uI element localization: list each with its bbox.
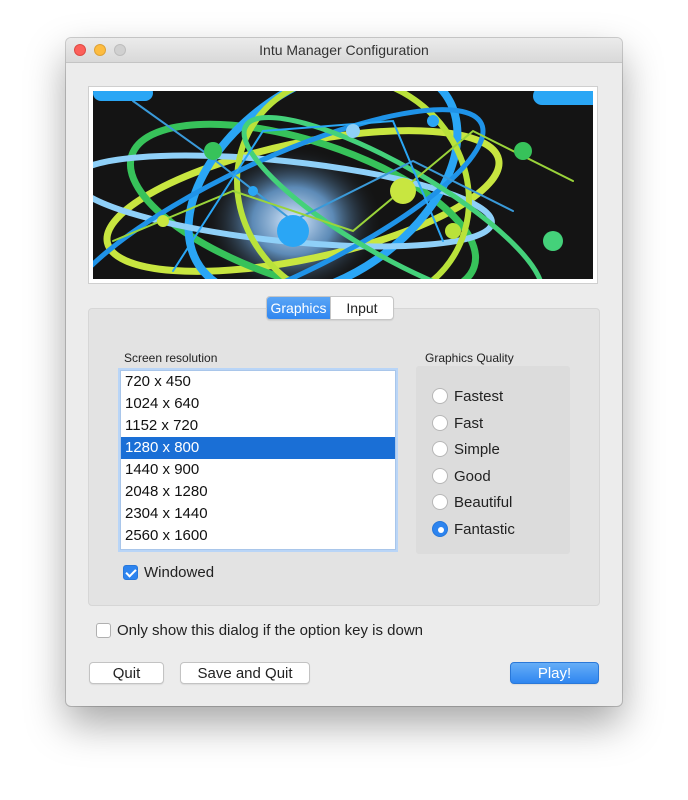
- option-key-checkbox[interactable]: [96, 622, 111, 638]
- resolution-item[interactable]: 2048 x 1280: [121, 481, 395, 503]
- quality-option-simple[interactable]: Simple: [432, 439, 500, 459]
- resolution-item[interactable]: 1024 x 640: [121, 393, 395, 415]
- quality-option-label: Fastest: [454, 387, 504, 405]
- quality-option-fastest[interactable]: Fastest: [432, 386, 503, 406]
- quality-option-fast[interactable]: Fast: [432, 413, 483, 433]
- windowed-checkbox[interactable]: [123, 564, 138, 580]
- option-key-label: Only show this dialog if the option key …: [117, 621, 423, 639]
- resolution-list[interactable]: 720 x 450 1024 x 640 1152 x 720 1280 x 8…: [120, 370, 396, 550]
- resolution-item-selected[interactable]: 1280 x 800: [121, 437, 395, 459]
- tab-bar: Graphics Input: [266, 296, 394, 320]
- resolution-item[interactable]: 2560 x 1600: [121, 525, 395, 547]
- resolution-item[interactable]: 1440 x 900: [121, 459, 395, 481]
- resolution-item[interactable]: 2304 x 1440: [121, 503, 395, 525]
- quality-option-label: Good: [454, 467, 491, 485]
- windowed-label: Windowed: [144, 563, 215, 581]
- radio-button[interactable]: [432, 388, 448, 404]
- radio-button[interactable]: [432, 415, 448, 431]
- resolution-item[interactable]: 1152 x 720: [121, 415, 395, 437]
- title-bar[interactable]: Intu Manager Configuration: [66, 38, 622, 63]
- quit-button[interactable]: Quit: [89, 662, 164, 684]
- banner-frame: [88, 86, 598, 284]
- quality-option-label: Beautiful: [454, 493, 513, 511]
- radio-button[interactable]: [432, 468, 448, 484]
- screen-resolution-label: Screen resolution: [124, 351, 218, 365]
- windowed-option[interactable]: Windowed: [123, 563, 214, 581]
- tab-graphics[interactable]: Graphics: [267, 297, 330, 319]
- quality-option-label: Simple: [454, 440, 500, 458]
- quality-option-label: Fantastic: [454, 520, 515, 538]
- save-and-quit-button[interactable]: Save and Quit: [180, 662, 310, 684]
- resolution-item[interactable]: 720 x 450: [121, 371, 395, 393]
- tab-input[interactable]: Input: [330, 297, 393, 319]
- banner-artwork: [93, 91, 593, 279]
- radio-button[interactable]: [432, 494, 448, 510]
- quality-option-beautiful[interactable]: Beautiful: [432, 492, 512, 512]
- radio-button[interactable]: [432, 441, 448, 457]
- play-button[interactable]: Play!: [510, 662, 599, 684]
- option-key-setting[interactable]: Only show this dialog if the option key …: [96, 621, 423, 639]
- banner-image: [93, 91, 593, 279]
- radio-button-selected[interactable]: [432, 521, 448, 537]
- quality-option-label: Fast: [454, 414, 484, 432]
- quality-option-good[interactable]: Good: [432, 466, 491, 486]
- configuration-window: Intu Manager Configuration Graphics Inpu…: [66, 38, 622, 706]
- window-title: Intu Manager Configuration: [259, 42, 429, 58]
- graphics-quality-label: Graphics Quality: [425, 351, 514, 365]
- quality-option-fantastic[interactable]: Fantastic: [432, 519, 515, 539]
